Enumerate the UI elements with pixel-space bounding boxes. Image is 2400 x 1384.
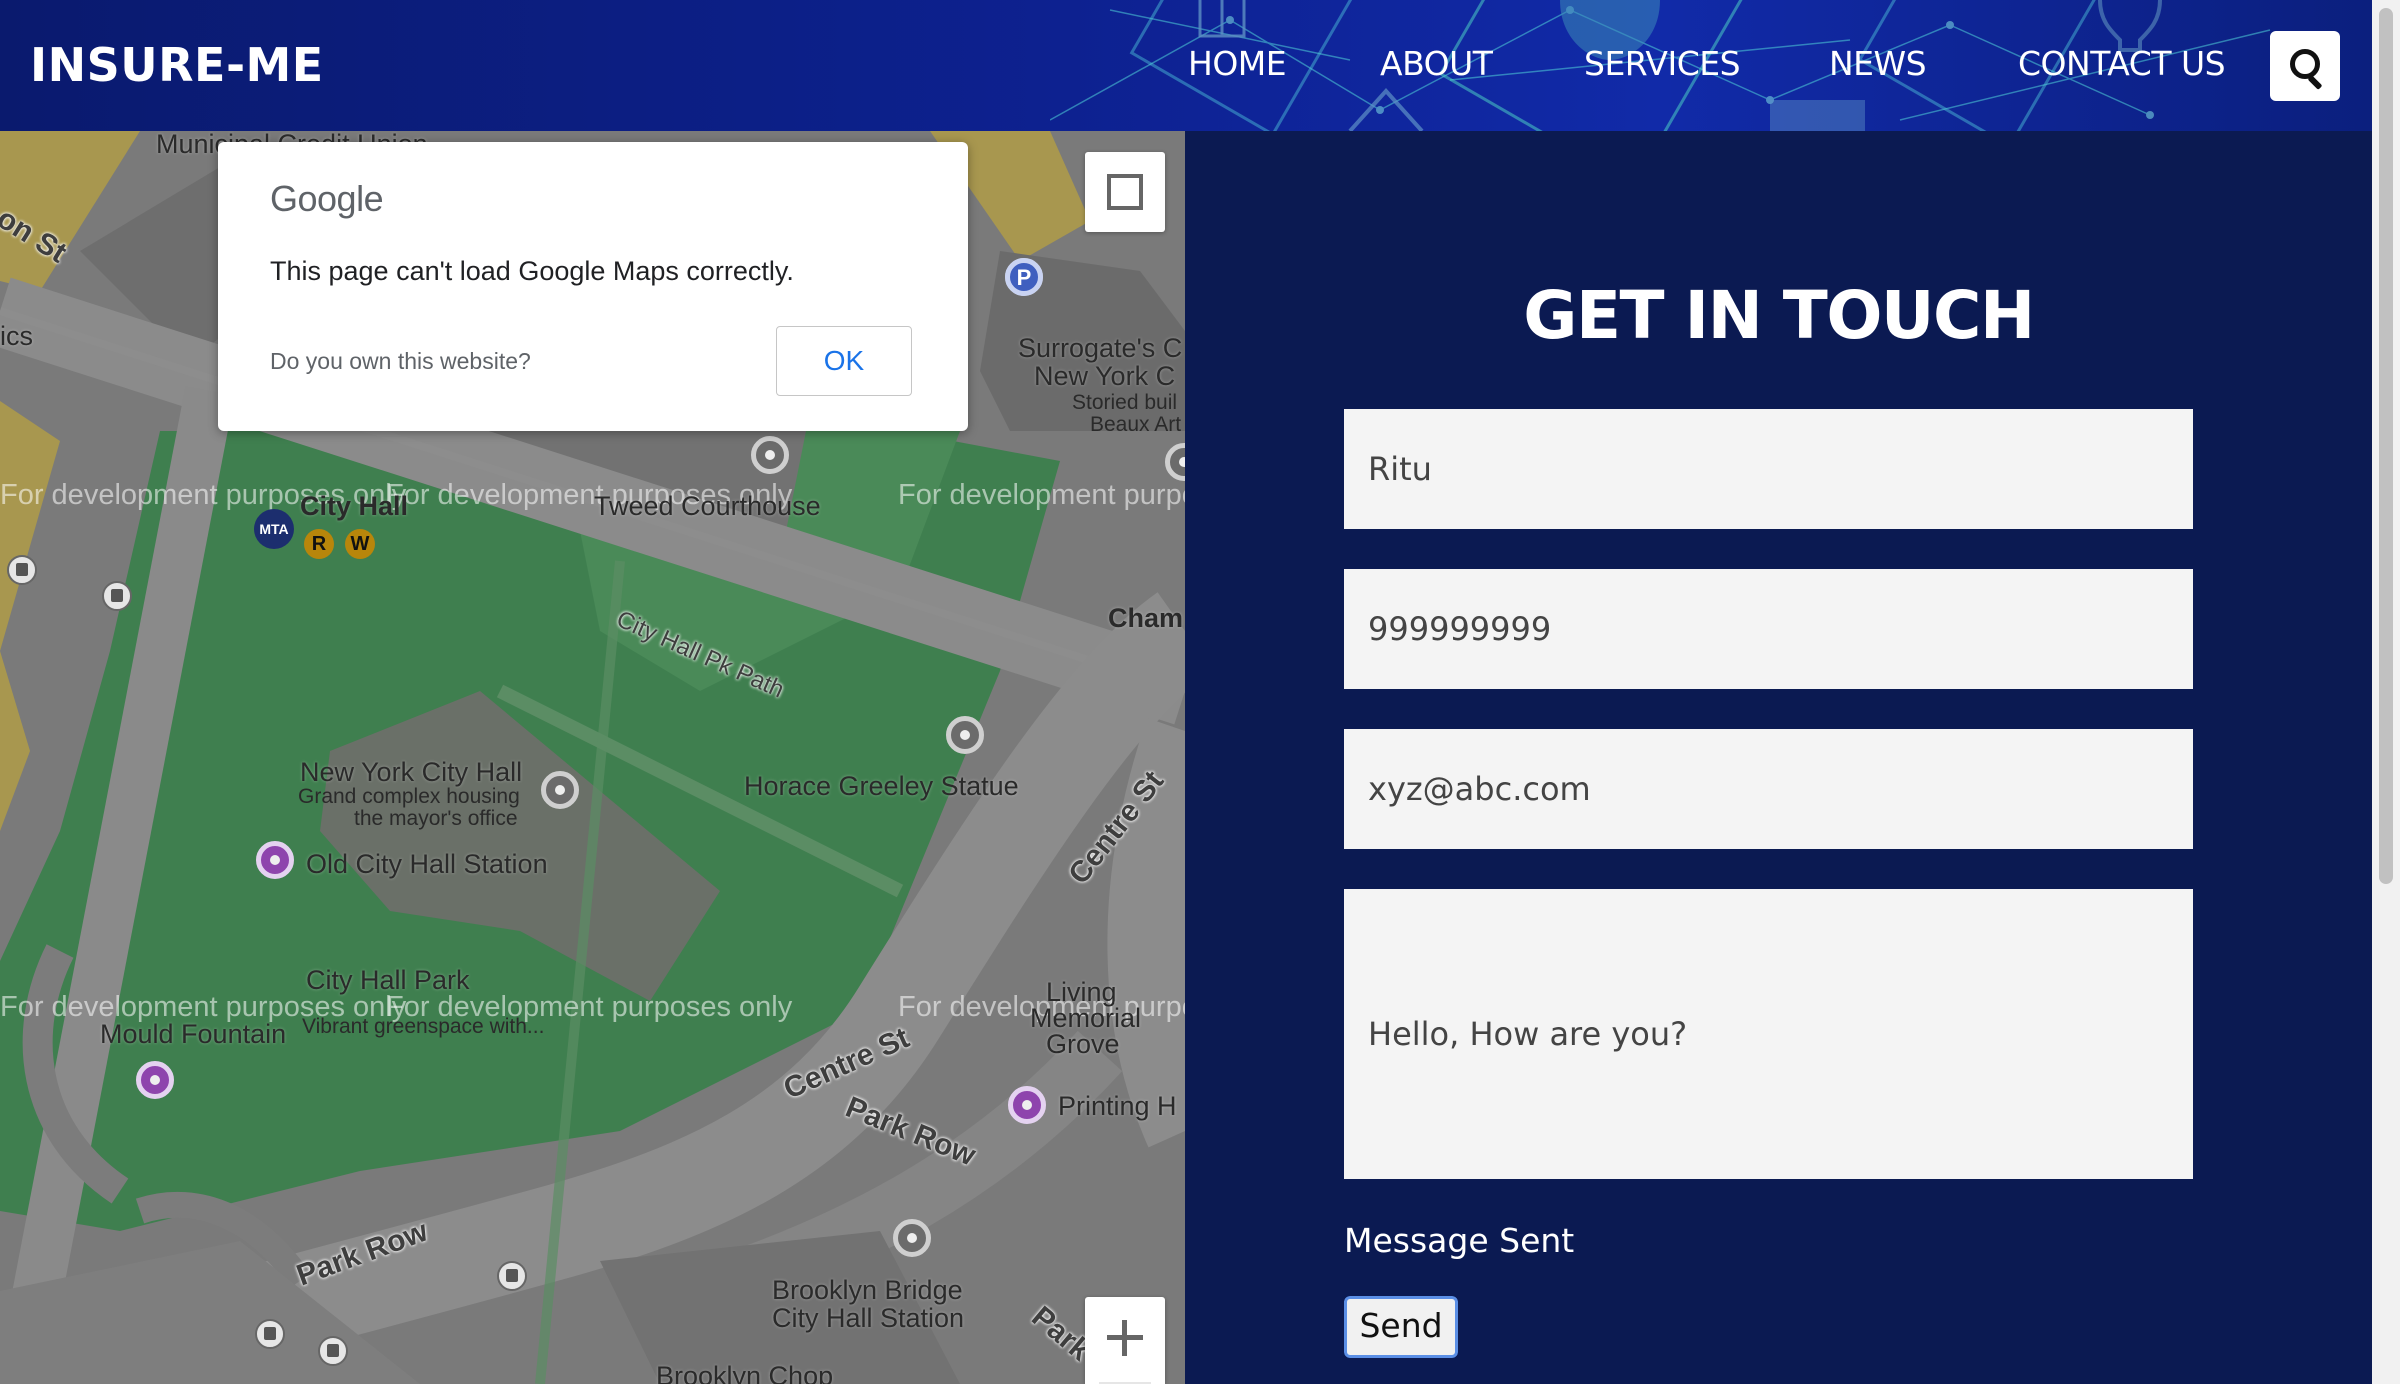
- attraction-pin[interactable]: [136, 1061, 174, 1099]
- place-sublabel: Grand complex housing: [298, 785, 520, 808]
- place-label: City Hall Park: [306, 965, 470, 995]
- search-button[interactable]: [2270, 31, 2340, 101]
- landmark-pin[interactable]: [541, 771, 579, 809]
- place-label: City Hall: [300, 491, 409, 521]
- message-textarea[interactable]: Hello, How are you?: [1344, 889, 2193, 1179]
- place-label: Old City Hall Station: [306, 849, 548, 879]
- subway-line-badge: R: [304, 529, 334, 559]
- name-input-value: Ritu: [1368, 450, 1432, 488]
- place-label: ics: [0, 321, 33, 351]
- place-sublabel: Beaux Art: [1090, 413, 1182, 436]
- place-label: Horace Greeley Statue: [744, 771, 1019, 801]
- nav-contact-us[interactable]: CONTACT US: [2018, 44, 2226, 83]
- message-textarea-value: Hello, How are you?: [1368, 1015, 1688, 1053]
- subway-line-badge: W: [345, 529, 375, 559]
- place-pin[interactable]: [893, 1219, 931, 1257]
- nav-home[interactable]: HOME: [1188, 44, 1287, 83]
- contact-title: GET IN TOUCH: [1523, 277, 2035, 354]
- bus-stop-icon[interactable]: [7, 555, 37, 585]
- phone-input-value: 999999999: [1368, 610, 1552, 648]
- contact-panel: GET IN TOUCH Ritu 999999999 xyz@abc.com …: [1185, 131, 2372, 1384]
- nav-news[interactable]: NEWS: [1829, 44, 1927, 83]
- dialog-message: This page can't load Google Maps correct…: [270, 256, 794, 286]
- map-fullscreen-button[interactable]: [1085, 152, 1165, 232]
- map-watermark: For development purposes only: [898, 479, 1185, 511]
- google-logo: Google: [270, 178, 384, 219]
- place-label: Brooklyn Chop: [656, 1361, 834, 1384]
- send-button[interactable]: Send: [1342, 1294, 1460, 1360]
- place-label: Brooklyn Bridge: [772, 1275, 963, 1305]
- place-label: Grove: [1046, 1029, 1120, 1059]
- dialog-ok-button[interactable]: OK: [776, 326, 912, 396]
- place-label: New York City Hall: [300, 757, 523, 787]
- attraction-pin[interactable]: [1008, 1086, 1046, 1124]
- place-label: Mould Fountain: [100, 1019, 287, 1049]
- parking-pin[interactable]: P: [1005, 258, 1043, 296]
- place-label: Printing H: [1058, 1091, 1177, 1121]
- place-label: City Hall Station: [772, 1303, 965, 1333]
- site-logo[interactable]: INSURE-ME: [30, 38, 324, 92]
- place-label: Cham: [1108, 603, 1184, 633]
- own-website-link[interactable]: Do you own this website?: [270, 348, 531, 375]
- museum-pin[interactable]: [256, 841, 294, 879]
- bus-stop-icon[interactable]: [102, 581, 132, 611]
- bus-stop-icon[interactable]: [497, 1261, 527, 1291]
- nav-about[interactable]: ABOUT: [1380, 44, 1493, 83]
- map-zoom-in-button[interactable]: [1085, 1297, 1165, 1384]
- place-sublabel: Storied buil: [1072, 391, 1178, 414]
- bus-stop-icon[interactable]: [318, 1336, 348, 1366]
- place-sublabel: Vibrant greenspace with...: [302, 1015, 545, 1038]
- place-pin[interactable]: [946, 716, 984, 754]
- page-scrollbar[interactable]: [2372, 0, 2400, 1384]
- bus-stop-icon[interactable]: [255, 1319, 285, 1349]
- place-label: Tweed Courthouse: [594, 491, 821, 521]
- form-status-message: Message Sent: [1344, 1221, 1575, 1260]
- phone-input[interactable]: 999999999: [1344, 569, 2193, 689]
- email-input-value: xyz@abc.com: [1368, 770, 1591, 808]
- nav-services[interactable]: SERVICES: [1584, 44, 1741, 83]
- place-label: Surrogate's C: [1018, 333, 1183, 363]
- place-label: New York C: [1034, 361, 1176, 391]
- google-map[interactable]: For development purposes only For develo…: [0, 131, 1185, 1384]
- scrollbar-thumb[interactable]: [2379, 8, 2393, 884]
- email-input[interactable]: xyz@abc.com: [1344, 729, 2193, 849]
- site-header: INSURE-ME HOME ABOUT SERVICES NEWS CONTA…: [0, 0, 2372, 131]
- landmark-pin[interactable]: [751, 436, 789, 474]
- maps-error-dialog: Google This page can't load Google Maps …: [218, 142, 968, 431]
- subway-station-icon[interactable]: MTA: [254, 509, 294, 549]
- place-sublabel: the mayor's office: [354, 807, 518, 830]
- name-input[interactable]: Ritu: [1344, 409, 2193, 529]
